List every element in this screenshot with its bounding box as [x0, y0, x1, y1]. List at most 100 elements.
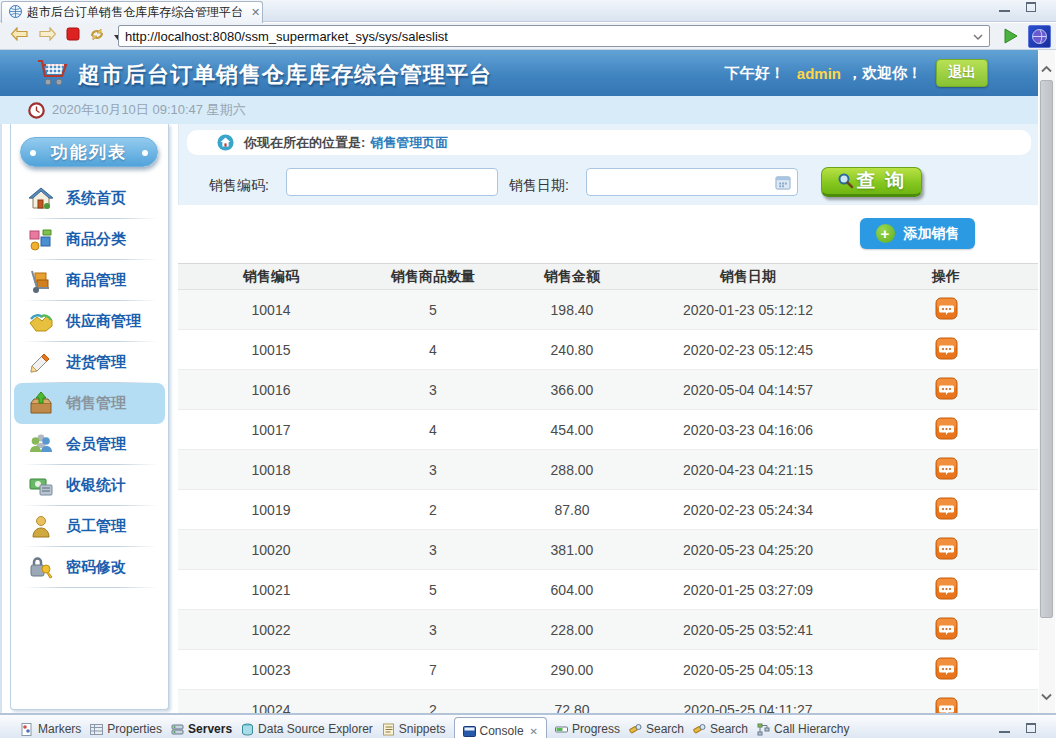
vertical-scrollbar[interactable]	[1039, 50, 1055, 713]
view-detail-button[interactable]	[935, 537, 958, 560]
forward-icon[interactable]	[38, 27, 57, 45]
table-cell: 10021	[178, 582, 364, 598]
view-detail-button[interactable]	[935, 417, 958, 440]
username: admin	[797, 65, 841, 82]
go-button[interactable]	[1000, 26, 1022, 46]
table-cell-actions	[854, 457, 1038, 483]
sidebar-item[interactable]: 进货管理	[11, 342, 168, 383]
table-row: 100203381.002020-05-23 04:25:20	[178, 530, 1038, 570]
table-cell: 604.00	[502, 582, 642, 598]
view-detail-button[interactable]	[935, 617, 958, 640]
eclipse-tab-data-source-explorer[interactable]: Data Source Explorer	[240, 718, 374, 738]
sidebar-item[interactable]: 供应商管理	[11, 301, 168, 342]
table-row: 100223228.002020-05-25 03:52:41	[178, 610, 1038, 650]
table-cell: 4	[364, 422, 502, 438]
scrollbar-thumb[interactable]	[1040, 80, 1053, 618]
eclipse-tab-markers[interactable]: Markers	[20, 718, 82, 738]
table-cell: 2020-03-23 04:16:06	[642, 422, 854, 438]
column-header: 销售编码	[178, 268, 364, 286]
table-cell: 2020-05-25 04:05:13	[642, 662, 854, 678]
sidebar: 功能列表 系统首页商品分类商品管理供应商管理进货管理销售管理会员管理收银统计员工…	[10, 124, 169, 710]
back-icon[interactable]	[10, 27, 29, 45]
eclipse-tab-search[interactable]: Search	[628, 718, 685, 738]
datetime-text: 2020年10月10日 09:10:47 星期六	[52, 101, 246, 119]
url-text[interactable]: http://localhost:8080/ssm_supermarket_sy…	[125, 29, 973, 44]
table-cell: 10014	[178, 302, 364, 318]
refresh-icon[interactable]	[89, 27, 105, 46]
goods-icon	[27, 267, 54, 294]
sidebar-item-label: 密码修改	[66, 558, 126, 577]
sidebar-item-label: 销售管理	[66, 394, 126, 413]
sidebar-item[interactable]: 系统首页	[11, 178, 168, 219]
scroll-down-icon[interactable]	[1040, 688, 1053, 706]
sidebar-item[interactable]: 密码修改	[11, 547, 168, 588]
view-detail-button[interactable]	[935, 297, 958, 320]
browser-nav-buttons	[0, 27, 131, 46]
table-cell-actions	[854, 617, 1038, 643]
sidebar-item-label: 会员管理	[66, 435, 126, 454]
eclipse-tab-progress[interactable]: Progress	[554, 718, 621, 738]
sidebar-item[interactable]: 商品分类	[11, 219, 168, 260]
scroll-up-icon[interactable]	[1040, 60, 1053, 78]
close-icon[interactable]: ✕	[251, 6, 260, 19]
table-cell: 454.00	[502, 422, 642, 438]
table-cell: 3	[364, 622, 502, 638]
table-row: 100215604.002020-01-25 03:27:09	[178, 570, 1038, 610]
sales-date-input[interactable]	[586, 168, 798, 196]
table-cell: 198.40	[502, 302, 642, 318]
eclipse-tab-servers[interactable]: Servers	[170, 718, 233, 738]
minimize-icon[interactable]	[999, 3, 1010, 12]
table-cell: 2020-02-23 05:12:45	[642, 342, 854, 358]
eclipse-tab-label: Data Source Explorer	[258, 722, 373, 736]
add-sales-button[interactable]: + 添加销售	[860, 218, 975, 249]
url-dropdown-icon[interactable]	[973, 27, 983, 45]
editor-tab[interactable]: 超市后台订单销售仓库库存综合管理平台 ✕	[1, 1, 263, 23]
url-bar[interactable]: http://localhost:8080/ssm_supermarket_sy…	[118, 25, 990, 47]
view-detail-button[interactable]	[935, 337, 958, 360]
purchase-icon	[27, 349, 54, 376]
eclipse-tab-snippets[interactable]: Snippets	[381, 718, 447, 738]
table-cell: 2020-05-04 04:14:57	[642, 382, 854, 398]
time-bar: 2020年10月10日 09:10:47 星期六	[0, 96, 1038, 124]
calendar-icon[interactable]	[775, 175, 791, 194]
stop-icon[interactable]	[66, 27, 80, 45]
eclipse-tab-search[interactable]: Search	[692, 718, 749, 738]
table-row: 100183288.002020-04-23 04:21:15	[178, 450, 1038, 490]
table-row: 100163366.002020-05-04 04:14:57	[178, 370, 1038, 410]
eclipse-tab-console[interactable]: Console✕	[454, 717, 547, 738]
cashier-icon	[27, 472, 54, 499]
table-cell: 2020-02-23 05:24:34	[642, 502, 854, 518]
logout-button[interactable]: 退出	[936, 59, 988, 87]
maximize-icon[interactable]	[1026, 2, 1036, 12]
sidebar-item[interactable]: 收银统计	[11, 465, 168, 506]
view-detail-button[interactable]	[935, 457, 958, 480]
view-detail-button[interactable]	[935, 377, 958, 400]
close-icon[interactable]: ✕	[530, 726, 538, 737]
table-cell: 2020-01-25 03:27:09	[642, 582, 854, 598]
breadcrumb-current[interactable]: 销售管理页面	[370, 134, 448, 152]
view-detail-button[interactable]	[935, 577, 958, 600]
sidebar-item[interactable]: 销售管理	[14, 383, 165, 424]
view-detail-button[interactable]	[935, 497, 958, 520]
minimize-icon[interactable]	[999, 724, 1010, 733]
eclipse-tab-call-hierarchy[interactable]: Call Hierarchy	[756, 718, 850, 738]
view-detail-button[interactable]	[935, 657, 958, 680]
external-browser-icon[interactable]	[1028, 25, 1051, 48]
eclipse-tabbar-tabs: Markers Properties Servers Data Source Expl…	[20, 715, 857, 738]
maximize-icon[interactable]	[1026, 723, 1036, 733]
sales-code-input[interactable]	[286, 168, 498, 196]
table-cell: 2020-01-23 05:12:12	[642, 302, 854, 318]
table-row: 100145198.402020-01-23 05:12:12	[178, 290, 1038, 330]
eclipse-tab-properties[interactable]: Properties	[89, 718, 163, 738]
eclipse-tab-label: Properties	[107, 722, 162, 736]
sidebar-item-label: 商品管理	[66, 271, 126, 290]
search-icon	[629, 723, 642, 736]
sidebar-item[interactable]: 会员管理	[11, 424, 168, 465]
sidebar-item[interactable]: 员工管理	[11, 506, 168, 547]
column-header: 销售金额	[502, 268, 642, 286]
sidebar-item-label: 商品分类	[66, 230, 126, 249]
table-cell: 10015	[178, 342, 364, 358]
sidebar-item[interactable]: 商品管理	[11, 260, 168, 301]
bottom-window-controls	[999, 723, 1036, 733]
search-button[interactable]: 查 询	[821, 167, 922, 197]
